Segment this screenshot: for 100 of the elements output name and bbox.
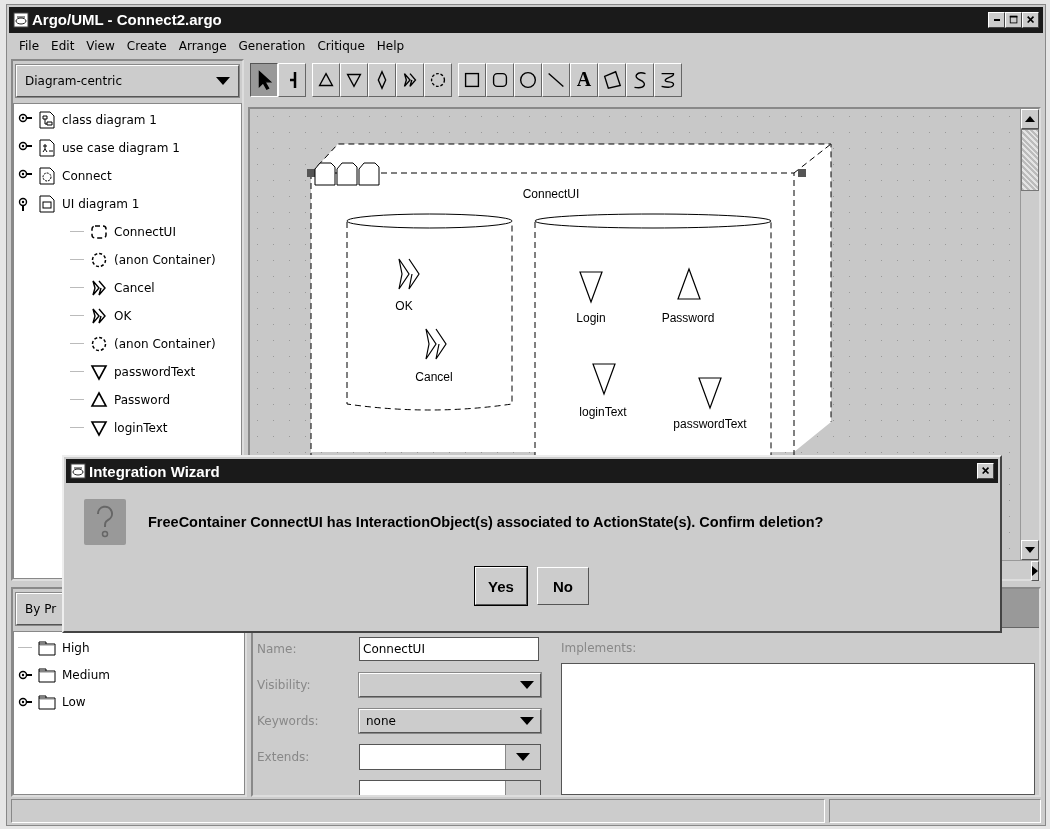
tree-item[interactable]: (anon Container): [114, 252, 216, 267]
menu-item[interactable]: Critique: [311, 38, 371, 53]
tree-item[interactable]: OK: [114, 308, 132, 323]
ink-tool-button[interactable]: [654, 62, 682, 97]
perspective-dropdown[interactable]: Diagram-centric: [16, 64, 239, 97]
tree-item[interactable]: (anon Container): [114, 336, 216, 351]
state-label: OK: [395, 298, 413, 313]
tree-item[interactable]: Low: [62, 694, 86, 709]
window-title: Argo/UML - Connect2.argo: [32, 11, 222, 29]
maximize-button[interactable]: [1005, 11, 1022, 28]
tree-item[interactable]: class diagram 1: [62, 112, 157, 127]
field-label: Keywords:: [257, 714, 320, 729]
line-tool-button[interactable]: [542, 62, 570, 97]
output-diagram-icon: [90, 390, 108, 409]
editable-dropdown[interactable]: [359, 744, 541, 771]
tree-item[interactable]: Connect: [62, 168, 112, 183]
spline-tool-button[interactable]: [626, 62, 654, 97]
state-label: Cancel: [415, 369, 453, 384]
action-diagram-icon: [90, 306, 108, 325]
state-label: Login: [576, 310, 606, 325]
anon-container[interactable]: [346, 213, 513, 411]
container-tool-button[interactable]: [424, 62, 452, 97]
menu-item[interactable]: Edit: [45, 38, 81, 53]
action-diagram-icon: [90, 278, 108, 297]
down-arrow-icon[interactable]: [1025, 547, 1035, 554]
state-label: passwordText: [673, 416, 747, 431]
class-diagram-icon: [38, 110, 56, 129]
action-state-icon[interactable]: [425, 328, 447, 360]
menu-item[interactable]: Generation: [232, 38, 312, 53]
minimize-button[interactable]: [988, 11, 1005, 28]
menu-item[interactable]: Help: [370, 38, 411, 53]
input-state-icon[interactable]: [592, 363, 616, 396]
menu-item[interactable]: Create: [120, 38, 173, 53]
up-arrow-icon[interactable]: [1025, 115, 1035, 122]
state-label: Password: [661, 310, 715, 325]
scroll-thumb[interactable]: [1021, 128, 1039, 191]
close-icon: [1025, 14, 1036, 25]
ui-diagram-icon: [38, 194, 56, 213]
close-button[interactable]: [1022, 11, 1039, 28]
tree-item[interactable]: passwordText: [114, 364, 196, 379]
field-label: Name:: [257, 642, 298, 657]
tree-item[interactable]: High: [62, 640, 90, 655]
minimize-icon: [993, 18, 1000, 21]
app-icon: [70, 463, 86, 479]
text-tool-button[interactable]: A: [570, 62, 598, 97]
bar-icon: [287, 69, 297, 90]
state-label: loginText: [579, 404, 627, 419]
output-state-icon[interactable]: [677, 267, 701, 300]
output-tool-button[interactable]: [312, 62, 340, 97]
container-tabs-icon: [314, 162, 380, 186]
tree-item[interactable]: ConnectUI: [114, 224, 176, 239]
field-label: Extends:: [257, 750, 311, 765]
close-button[interactable]: [977, 463, 994, 479]
name-field[interactable]: ConnectUI: [359, 637, 539, 662]
vertical-scrollbar[interactable]: [1020, 108, 1039, 561]
input-diagram-icon: [90, 362, 108, 381]
tree-item[interactable]: Medium: [62, 667, 110, 682]
action-state-icon[interactable]: [398, 258, 420, 290]
input-diagram-icon: [90, 418, 108, 437]
menu-item[interactable]: Arrange: [172, 38, 233, 53]
tree-item[interactable]: Password: [114, 392, 171, 407]
field-label: Visibility:: [257, 678, 312, 693]
free-diagram-icon: [90, 222, 108, 241]
folder-icon: [38, 666, 56, 683]
confirm-button[interactable]: Yes: [475, 567, 527, 605]
tree-item[interactable]: loginText: [114, 420, 168, 435]
poly-tool-button[interactable]: [598, 62, 626, 97]
rect-tool-button[interactable]: [458, 62, 486, 97]
select-tool-button[interactable]: [250, 62, 278, 97]
dropdown[interactable]: none: [359, 709, 541, 734]
input-state-icon[interactable]: [579, 271, 603, 304]
maximize-icon: [1008, 14, 1019, 25]
app-icon: [13, 11, 29, 28]
caret-icon: [516, 753, 530, 762]
tree-item[interactable]: UI diagram 1: [62, 196, 140, 211]
tree-item[interactable]: use case diagram 1: [62, 140, 180, 155]
rrect-tool-button[interactable]: [486, 62, 514, 97]
io-tool-button[interactable]: [368, 62, 396, 97]
cancel-button[interactable]: No: [537, 567, 589, 605]
folder-icon: [38, 639, 56, 656]
caret-icon: [520, 717, 534, 726]
usecase-diagram-icon: [38, 138, 56, 157]
broom-tool-button[interactable]: [278, 62, 306, 97]
container-name: ConnectUI: [522, 186, 580, 201]
polygon-icon: [601, 68, 623, 91]
caret-icon: [520, 681, 534, 690]
menu-item[interactable]: File: [13, 38, 46, 53]
input-tool-button[interactable]: [340, 62, 368, 97]
container-diagram-icon: [90, 250, 108, 269]
right-arrow-icon[interactable]: [1032, 566, 1038, 577]
folder-icon: [38, 693, 56, 710]
circle-tool-button[interactable]: [514, 62, 542, 97]
action-tool-button[interactable]: [396, 62, 424, 97]
close-icon: [980, 466, 991, 476]
container-diagram-icon: [90, 334, 108, 353]
state-diagram-icon: [38, 166, 56, 185]
caret-icon: [216, 76, 230, 85]
tree-item[interactable]: Cancel: [114, 280, 155, 295]
input-state-icon[interactable]: [698, 377, 722, 410]
menu-item[interactable]: View: [80, 38, 121, 53]
